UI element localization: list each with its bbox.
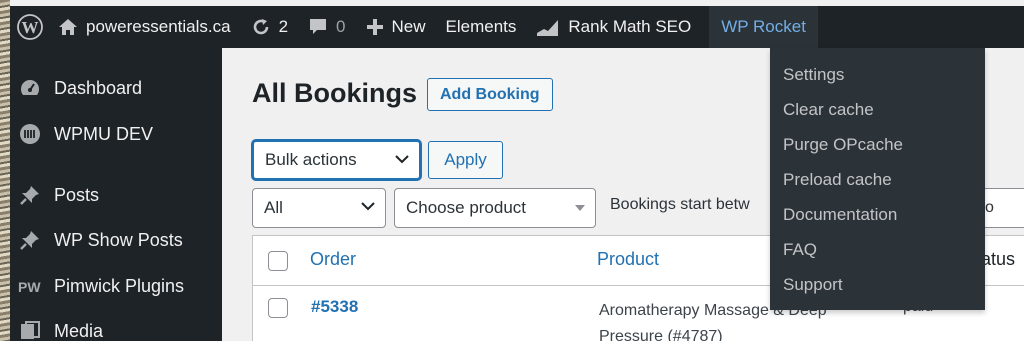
new-content-link[interactable]: New [356,6,436,48]
sidebar-item-wp-show-posts[interactable]: WP Show Posts [10,220,222,260]
pimwick-icon: PW [18,274,42,298]
home-icon [59,19,77,35]
background-photo-strip [0,0,10,341]
bulk-actions-value: Bulk actions [265,150,357,169]
chevron-down-icon [361,202,375,211]
submenu-item-preload-cache[interactable]: Preload cache [783,170,892,190]
updates-icon [253,19,268,35]
column-header-product[interactable]: Product [597,249,659,270]
order-link[interactable]: #5338 [311,297,358,317]
product-filter-select[interactable]: Choose product [394,188,596,228]
chevron-down-icon [395,155,409,164]
site-name-link[interactable]: poweressentials.ca [48,6,241,48]
wpmudev-icon [18,122,42,146]
svg-text:W: W [22,18,39,37]
comment-icon [310,19,327,34]
date-end-partial-text: o [985,199,994,216]
rankmath-link[interactable]: Rank Math SEO [526,6,701,48]
pin-icon [18,228,42,252]
status-filter-value: All [264,198,283,217]
apply-button[interactable]: Apply [428,141,503,179]
row-checkbox[interactable] [268,298,288,318]
plus-icon [366,19,383,35]
sidebar-item-label: Media [54,320,104,341]
svg-text:PW: PW [18,279,41,294]
submenu-item-settings[interactable]: Settings [783,65,844,85]
sidebar-item-media[interactable]: Media [10,311,222,341]
submenu-item-documentation[interactable]: Documentation [783,205,897,225]
wprocket-menu-link[interactable]: WP Rocket [709,6,818,48]
caret-down-icon [575,205,585,211]
sidebar-item-wpmudev[interactable]: WPMU DEV [10,114,222,154]
media-icon [18,319,42,341]
sidebar-item-label: WPMU DEV [54,123,153,144]
comments-link[interactable]: 0 [298,6,355,48]
sidebar-item-label: WP Show Posts [54,229,183,250]
sidebar-item-label: Dashboard [54,77,143,98]
elements-label: Elements [445,17,517,36]
submenu-item-clear-cache[interactable]: Clear cache [783,100,874,120]
column-header-order[interactable]: Order [310,249,356,270]
page-title: All Bookings [252,78,418,108]
new-label: New [391,17,426,36]
column-header-status: atus [981,249,1016,269]
wordpress-logo-button[interactable]: W [12,6,48,48]
wordpress-icon: W [17,14,43,40]
date-end-input[interactable]: o [982,188,1024,228]
sidebar-item-posts[interactable]: Posts [10,175,222,215]
sidebar-item-label: Pimwick Plugins [54,275,185,296]
bulk-actions-select[interactable]: Bulk actions [252,140,421,180]
product-filter-value: Choose product [406,198,527,217]
sidebar-item-pimwick-plugins[interactable]: PW Pimwick Plugins [10,266,222,306]
updates-link[interactable]: 2 [241,6,298,48]
wprocket-label: WP Rocket [721,17,806,36]
sidebar-item-dashboard[interactable]: Dashboard [10,68,222,108]
submenu-item-support[interactable]: Support [783,275,843,295]
submenu-item-faq[interactable]: FAQ [783,240,817,260]
add-booking-button[interactable]: Add Booking [427,78,553,111]
rankmath-icon [537,20,559,36]
admin-bar: W poweressentials.ca 2 0 New Elements Ra… [10,6,1024,48]
date-range-label: Bookings start betw [610,196,750,213]
select-all-checkbox[interactable] [268,251,288,271]
updates-count: 2 [278,17,289,36]
site-name: poweressentials.ca [86,17,231,36]
submenu-item-purge-opcache[interactable]: Purge OPcache [783,135,903,155]
pin-icon [18,183,42,207]
wprocket-submenu: Settings Clear cache Purge OPcache Prelo… [770,48,985,310]
admin-sidebar: Dashboard WPMU DEV Posts WP Show Posts P… [10,48,222,341]
status-filter-select[interactable]: All [252,188,386,228]
sidebar-item-label: Posts [54,184,100,205]
rankmath-label: Rank Math SEO [568,17,692,36]
elements-link[interactable]: Elements [436,6,527,48]
dashboard-icon [18,76,42,100]
comments-count: 0 [336,17,346,36]
